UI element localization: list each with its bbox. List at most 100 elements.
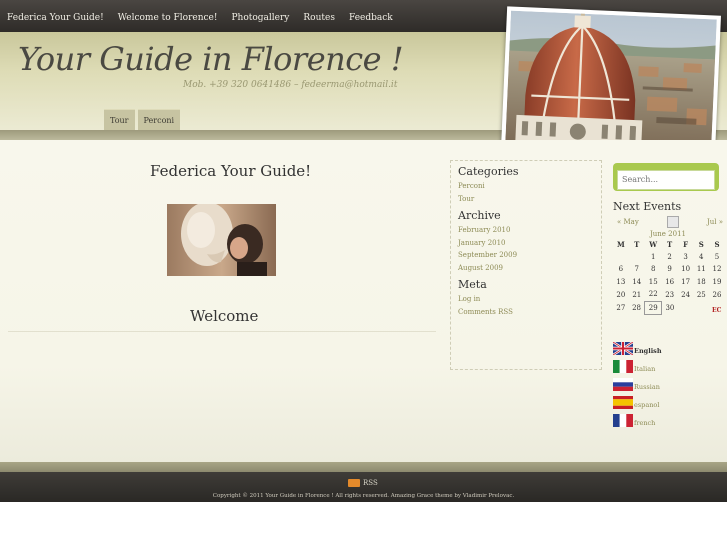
footer-divider [0, 462, 727, 472]
spain-flag-icon [613, 396, 633, 409]
nav-item-federica[interactable]: Federica Your Guide! [0, 0, 111, 32]
calendar-day [678, 301, 694, 315]
weekday-header: T [634, 239, 640, 249]
calendar-day: 8 [650, 265, 656, 274]
language-spanish[interactable]: espanol [613, 391, 662, 409]
guide-photo-image [167, 202, 276, 276]
nav-item-photogallery[interactable]: Photogallery [224, 0, 296, 32]
language-italian[interactable]: Italian [613, 355, 662, 373]
calendar-day: 21 [632, 290, 642, 299]
calendar-day: 11 [696, 265, 706, 274]
top-nav: Federica Your Guide! Welcome to Florence… [0, 0, 400, 32]
calendar-day: 26 [712, 290, 722, 299]
guide-photo [167, 202, 276, 280]
calendar-day [629, 251, 645, 264]
weekday-header: F [683, 239, 689, 249]
weekday-header: T [667, 239, 673, 249]
sub-navigation: Tour Perconi [104, 109, 181, 130]
weekday-header: W [649, 239, 658, 249]
calendar-day: 15 [648, 277, 658, 286]
calendar-day: 3 [683, 252, 688, 261]
calendar-day: 13 [616, 277, 626, 286]
archive-link[interactable]: February 2010 [458, 224, 594, 237]
calendar-ical-icon[interactable] [667, 216, 679, 228]
language-english[interactable]: English [613, 337, 662, 355]
calendar-day: 17 [681, 277, 691, 286]
category-link-tour[interactable]: Tour [458, 193, 594, 206]
language-switcher: English Italian Russian espanol french [613, 337, 662, 427]
site-contact: Mob. +39 320 0641486 – fedeerma@hotmail.… [183, 80, 398, 90]
search-input[interactable] [617, 169, 715, 190]
language-label: Russian [634, 383, 660, 391]
login-link[interactable]: Log in [458, 293, 594, 306]
calendar-day-today: 29 [644, 300, 663, 315]
post-divider [8, 331, 436, 332]
calendar-month: June 2011 [649, 230, 686, 238]
language-french[interactable]: french [613, 409, 662, 427]
nav-item-welcome[interactable]: Welcome to Florence! [111, 0, 225, 32]
calendar-day: 2 [667, 252, 672, 261]
language-label: espanol [634, 401, 660, 409]
language-russian[interactable]: Russian [613, 373, 662, 391]
subnav-perconi[interactable]: Perconi [137, 109, 181, 130]
post-title[interactable]: Federica Your Guide! [150, 162, 311, 180]
italy-flag-icon [613, 360, 633, 373]
russia-flag-icon [613, 378, 633, 391]
calendar-day: 5 [714, 252, 720, 261]
comments-rss-link[interactable]: Comments RSS [458, 306, 594, 319]
calendar-day: 30 [665, 303, 675, 312]
search-box [613, 163, 719, 191]
uk-flag-icon [613, 342, 633, 355]
calendar-prev-link[interactable]: « May [617, 218, 639, 226]
france-flag-icon [613, 414, 633, 427]
subnav-tour[interactable]: Tour [104, 109, 135, 130]
calendar-day: 24 [681, 290, 691, 299]
rss-label: RSS [363, 479, 378, 487]
categories-title: Categories [458, 165, 519, 178]
calendar-day [693, 301, 709, 315]
weekday-header: S [698, 239, 704, 249]
calendar-day: 16 [665, 277, 675, 286]
calendar-day: 25 [696, 290, 706, 299]
welcome-heading[interactable]: Welcome [190, 307, 258, 325]
calendar-day: 27 [616, 303, 626, 312]
copyright-text: Copyright © 2011 Your Guide in Florence … [212, 493, 515, 499]
duomo-illustration [505, 10, 717, 154]
rss-link[interactable]: RSS [348, 479, 378, 487]
archive-title: Archive [458, 209, 501, 222]
calendar-day: 1 [650, 252, 656, 261]
meta-widget: Meta Log in Comments RSS [458, 277, 594, 318]
calendar-day [613, 251, 629, 264]
calendar-day: 19 [712, 277, 722, 286]
calendar-day: 4 [699, 252, 704, 261]
archive-link[interactable]: August 2009 [458, 262, 594, 275]
category-link-perconi[interactable]: Perconi [458, 180, 594, 193]
archive-link[interactable]: January 2010 [458, 237, 594, 250]
language-label: Italian [634, 365, 656, 373]
nav-item-routes[interactable]: Routes [296, 0, 342, 32]
language-label: french [634, 419, 656, 427]
nav-item-feedback[interactable]: Feedback [342, 0, 400, 32]
calendar-nav: « May Jul » [613, 215, 723, 229]
sidebar: Categories Perconi Tour Archive February… [450, 160, 602, 370]
weekday-header: M [616, 239, 625, 249]
rss-icon [348, 479, 360, 487]
site-title[interactable]: Your Guide in Florence ! [18, 40, 404, 78]
calendar-day: 22 [648, 290, 658, 299]
event-calendar-credit[interactable]: EC [712, 307, 721, 314]
calendar-day: 9 [667, 265, 672, 274]
next-events-title: Next Events [613, 200, 682, 213]
calendar-next-link[interactable]: Jul » [707, 218, 723, 226]
calendar-day: 28 [632, 303, 641, 312]
calendar-day: 12 [712, 265, 722, 274]
calendar-day: 10 [681, 265, 691, 274]
calendar-day: 6 [618, 265, 624, 274]
calendar-day: 20 [616, 290, 626, 299]
weekday-header: S [714, 239, 720, 249]
archive-link[interactable]: September 2009 [458, 249, 594, 262]
calendar-day: 7 [634, 265, 640, 274]
calendar-day: 23 [665, 290, 675, 299]
events-calendar: M T W T F S S 1 2 3 4 5 6 7 8 9 10 11 12 [613, 238, 725, 315]
categories-widget: Categories Perconi Tour [458, 164, 594, 205]
archive-widget: Archive February 2010 January 2010 Septe… [458, 208, 594, 274]
